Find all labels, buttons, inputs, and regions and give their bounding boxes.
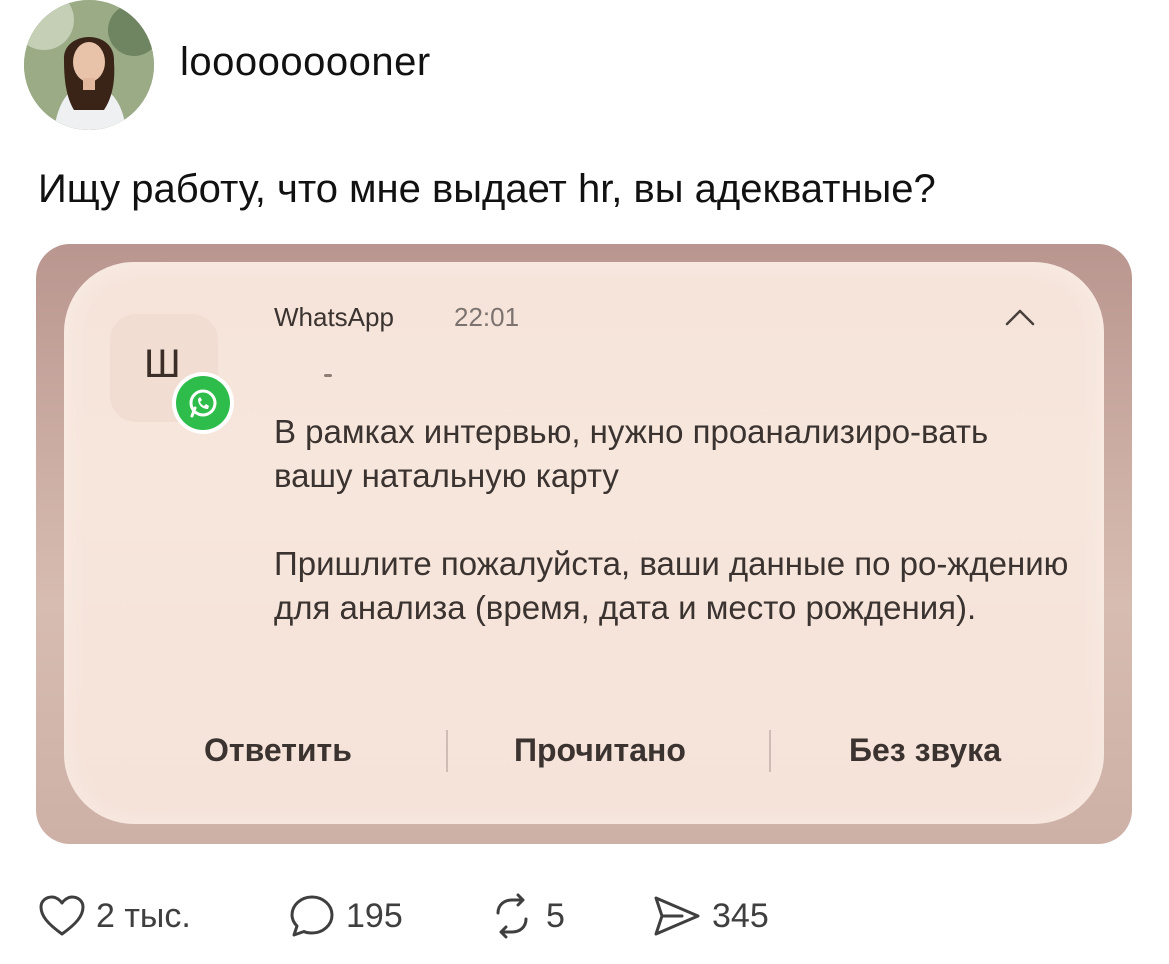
username[interactable]: looooooooner	[180, 38, 431, 86]
share-count: 345	[712, 896, 769, 935]
send-icon	[654, 896, 700, 936]
attached-image[interactable]: Ш WhatsApp 22:01 В рамках интервью, нужн…	[36, 244, 1132, 844]
message-paragraph: Пришлите пожалуйста, ваши данные по ро-ж…	[274, 545, 1069, 626]
notification-message: В рамках интервью, нужно проанализиро-ва…	[274, 410, 1074, 630]
like-button[interactable]: 2 тыс.	[38, 892, 191, 940]
post-page: looooooooner Ищу работу, что мне выдает …	[0, 0, 1169, 964]
heart-icon	[39, 895, 85, 936]
message-paragraph: В рамках интервью, нужно проанализиро-ва…	[274, 413, 989, 494]
chevron-up-icon[interactable]	[1004, 306, 1036, 328]
sender-name-redacted	[324, 374, 332, 377]
share-button[interactable]: 345	[652, 892, 769, 940]
repost-button[interactable]: 5	[488, 892, 565, 940]
notification-time: 22:01	[454, 302, 520, 332]
comment-icon	[290, 895, 334, 937]
app-icon-letter: Ш	[144, 342, 181, 386]
mute-button[interactable]: Без звука	[849, 732, 1001, 769]
whatsapp-icon	[172, 372, 234, 434]
notification-app-name: WhatsApp	[274, 302, 394, 332]
divider	[769, 730, 771, 772]
notification-actions: Ответить Прочитано Без звука	[64, 722, 1104, 782]
repost-icon	[496, 893, 528, 939]
mark-read-button[interactable]: Прочитано	[514, 732, 686, 769]
post-text: Ищу работу, что мне выдает hr, вы адеква…	[38, 167, 936, 211]
comment-count: 195	[346, 896, 403, 935]
reply-button[interactable]: Ответить	[204, 732, 352, 769]
avatar[interactable]	[24, 0, 154, 130]
like-count: 2 тыс.	[96, 896, 191, 935]
comment-button[interactable]: 195	[288, 892, 403, 940]
divider	[446, 730, 448, 772]
repost-count: 5	[546, 896, 565, 935]
whatsapp-notification: Ш WhatsApp 22:01 В рамках интервью, нужн…	[64, 262, 1104, 824]
